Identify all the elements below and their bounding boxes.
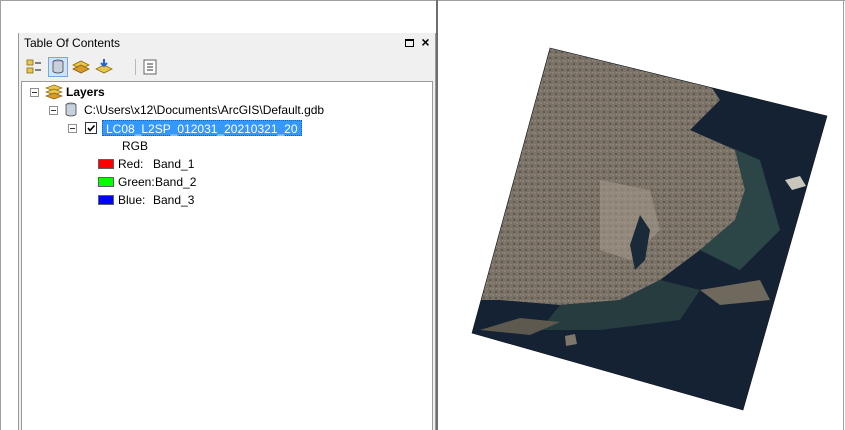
blue-channel-label: Blue:: [118, 193, 146, 207]
collapse-source-toggle[interactable]: [49, 106, 58, 115]
layers-icon: [45, 84, 63, 100]
toc-title: Table Of Contents: [24, 36, 121, 50]
green-band-value: Band_2: [155, 175, 197, 189]
options-button[interactable]: [140, 57, 160, 77]
geodatabase-icon: [65, 102, 77, 117]
checkmark-icon: [87, 124, 96, 132]
list-by-selection-icon: [95, 59, 113, 74]
list-by-drawing-order-icon: [26, 59, 41, 74]
list-by-source-icon: [52, 59, 64, 74]
close-button[interactable]: ×: [419, 34, 432, 50]
list-by-selection-button[interactable]: [94, 57, 114, 77]
satellite-raster-image[interactable]: [438, 1, 843, 430]
toc-tree: Layers C:\Users\x12\Documents\ArcGIS\Def…: [21, 81, 433, 430]
toolbar-separator: [135, 59, 136, 75]
layer-name[interactable]: LC08_L2SP_012031_20210321_20: [102, 120, 302, 136]
list-by-drawing-order-button[interactable]: [24, 57, 44, 77]
blue-band-swatch[interactable]: [98, 195, 114, 205]
collapse-layers-toggle[interactable]: [30, 88, 39, 97]
toc-toolbar: [19, 55, 435, 81]
layers-root-label[interactable]: Layers: [66, 85, 105, 99]
restore-icon: [405, 39, 414, 47]
layer-visibility-checkbox[interactable]: [85, 122, 97, 134]
red-channel-label: Red:: [118, 157, 144, 171]
table-of-contents-panel: Table Of Contents × Layers C:\Users\x12\…: [18, 33, 436, 430]
red-band-value: Band_1: [153, 157, 195, 171]
options-icon: [143, 59, 157, 75]
source-path[interactable]: C:\Users\x12\Documents\ArcGIS\Default.gd…: [84, 103, 324, 117]
list-by-source-button[interactable]: [48, 57, 68, 77]
window-frame-right: [843, 0, 844, 430]
toc-title-bar[interactable]: Table Of Contents ×: [19, 33, 435, 53]
blue-band-value: Band_3: [153, 193, 195, 207]
red-band-swatch[interactable]: [98, 159, 114, 169]
list-by-visibility-button[interactable]: [71, 57, 91, 77]
window-frame-left: [0, 0, 1, 430]
render-type-label: RGB: [122, 139, 149, 153]
map-display[interactable]: [438, 1, 843, 430]
green-band-swatch[interactable]: [98, 177, 114, 187]
green-channel-label: Green:: [118, 175, 155, 189]
list-by-visibility-icon: [72, 60, 90, 74]
restore-button[interactable]: [403, 36, 416, 49]
close-icon: ×: [421, 34, 430, 50]
collapse-layer-toggle[interactable]: [68, 124, 77, 133]
